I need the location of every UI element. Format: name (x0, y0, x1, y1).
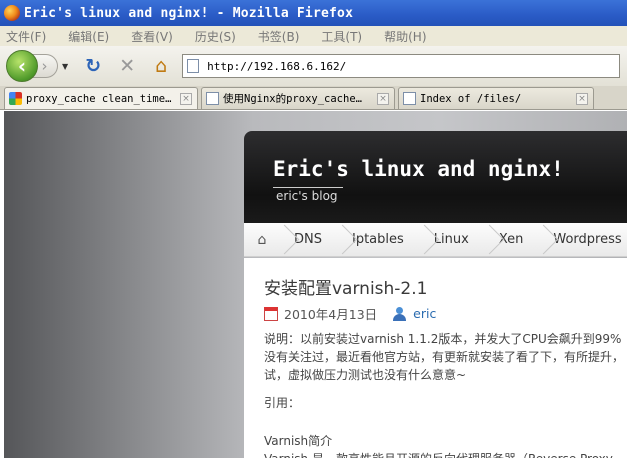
nav-link-wordpress[interactable]: Wordpress (539, 223, 627, 257)
menu-edit[interactable]: 编辑(E) (68, 28, 109, 45)
tab-nginx-proxy-cache[interactable]: 使用Nginx的proxy_cache… × (201, 87, 395, 109)
back-arrow-icon: ‹ (17, 54, 27, 78)
tab-close-icon[interactable]: × (180, 92, 192, 105)
url-bar[interactable]: http://192.168.6.162/ (182, 54, 621, 78)
quote-label: 引用： (264, 396, 301, 410)
url-text[interactable]: http://192.168.6.162/ (207, 60, 346, 73)
history-dropdown-icon[interactable]: ▼ (62, 62, 68, 71)
tab-label: Index of /files/ (420, 92, 522, 105)
back-button[interactable]: ‹ (6, 50, 38, 82)
post-title[interactable]: 安装配置varnish-2.1 (264, 274, 427, 299)
menu-bar: 文件(F) 编辑(E) 查看(V) 历史(S) 书签(B) 工具(T) 帮助(H… (0, 26, 627, 46)
menu-bookmarks[interactable]: 书签(B) (258, 28, 300, 45)
post-author[interactable]: eric (413, 306, 436, 321)
post-body: 说明：以前安装过varnish 1.1.2版本，并发大了CPU会飙升到99% 没… (264, 330, 627, 458)
page-viewport: Eric's linux and nginx! eric's blog ⌂ DN… (4, 111, 627, 458)
tab-bar: proxy_cache clean_time… × 使用Nginx的proxy_… (0, 86, 627, 110)
google-favicon-icon (9, 92, 22, 105)
menu-tools[interactable]: 工具(T) (321, 28, 362, 45)
window-titlebar: Eric's linux and nginx! - Mozilla Firefo… (0, 0, 627, 26)
tab-proxy-cache[interactable]: proxy_cache clean_time… × (4, 87, 198, 109)
section-text: Varnish 是一款高性能且开源的反向代理服务器（Reverse Proxy (264, 450, 627, 458)
tab-label: 使用Nginx的proxy_cache… (223, 93, 362, 105)
body-line: 没有关注过，最近看他官方站，有更新就安装了看了下，有所提升， (264, 350, 625, 364)
section-title: Varnish简介 (264, 434, 333, 448)
body-line: 说明：以前安装过varnish 1.1.2版本，并发大了CPU会飙升到99% (264, 332, 622, 346)
user-icon (393, 306, 407, 321)
post-date: 2010年4月13日 (284, 307, 378, 322)
tab-index-files[interactable]: Index of /files/ × (398, 87, 594, 109)
stop-icon[interactable]: ✕ (112, 55, 142, 77)
blog-subtitle: eric's blog (276, 189, 338, 203)
blog-nav: ⌂ DNS Iptables Linux Xen Wordpress (244, 223, 627, 257)
nav-link-iptables[interactable]: Iptables (338, 223, 420, 257)
body-line: 试，虚拟做压力测试也没有什么意意~ (264, 368, 467, 382)
menu-history[interactable]: 历史(S) (195, 28, 236, 45)
navigation-toolbar: ‹ › ▼ ↻ ✕ ⌂ http://192.168.6.162/ (0, 46, 627, 86)
blog-header: Eric's linux and nginx! eric's blog (244, 131, 627, 223)
tab-label: proxy_cache clean_time… (26, 92, 172, 105)
page-favicon-icon (206, 92, 219, 105)
menu-file[interactable]: 文件(F) (6, 28, 46, 45)
firefox-logo-icon (4, 5, 20, 21)
page-favicon-icon (403, 92, 416, 105)
blog-post: 安装配置varnish-2.1 2010年4月13日 eric 说明：以前安装过… (244, 258, 627, 458)
tab-close-icon[interactable]: × (576, 92, 588, 105)
home-icon[interactable]: ⌂ (146, 55, 176, 77)
blog-title[interactable]: Eric's linux and nginx! (273, 157, 564, 181)
reload-icon[interactable]: ↻ (78, 55, 108, 77)
menu-help[interactable]: 帮助(H) (384, 28, 426, 45)
post-meta: 2010年4月13日 eric (264, 304, 436, 323)
window-title: Eric's linux and nginx! - Mozilla Firefo… (24, 5, 354, 21)
menu-view[interactable]: 查看(V) (131, 28, 173, 45)
title-underline (273, 187, 343, 188)
tab-close-icon[interactable]: × (377, 92, 389, 105)
calendar-icon (264, 306, 278, 321)
page-icon (187, 59, 200, 73)
forward-arrow-icon: › (41, 57, 48, 75)
